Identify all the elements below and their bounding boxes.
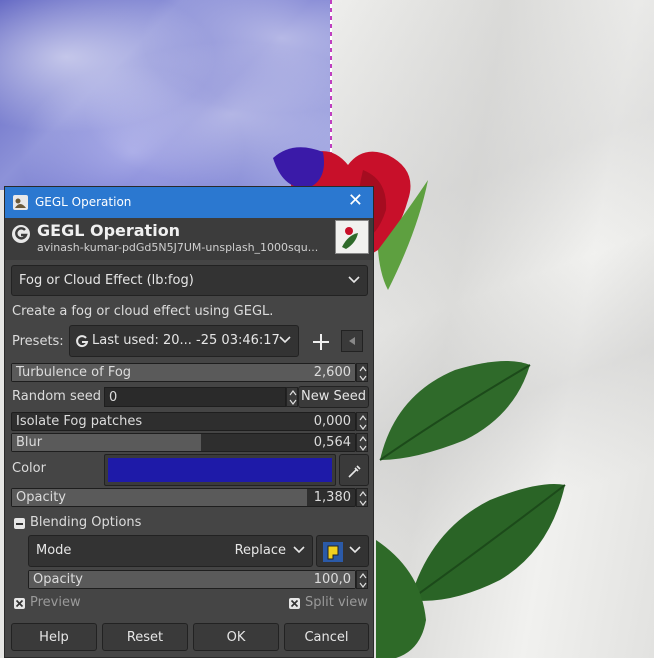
color-label: Color <box>12 461 46 476</box>
operation-select[interactable]: Fog or Cloud Effect (lb:fog) <box>11 265 368 296</box>
blur-value: 0,564 <box>313 435 351 450</box>
check-x-icon <box>290 599 299 608</box>
gegl-operation-dialog: GEGL Operation ✕ GEGL Operation avinash-… <box>4 186 374 658</box>
gimp-app-icon <box>13 195 28 210</box>
fog-color-swatch <box>108 458 332 482</box>
presets-value: Last used: 20... -25 03:46:17 <box>92 333 280 348</box>
isolate-label: Isolate Fog patches <box>16 414 143 429</box>
check-x-icon <box>15 599 24 608</box>
gegl-preset-icon <box>76 335 89 348</box>
blend-opacity-label: Opacity <box>33 572 84 587</box>
operation-select-value: Fog or Cloud Effect (lb:fog) <box>19 273 194 288</box>
help-button[interactable]: Help <box>11 623 97 651</box>
image-thumbnail <box>335 220 369 254</box>
isolate-slider[interactable]: Isolate Fog patches 0,000 <box>11 412 356 431</box>
dialog-titlebar[interactable]: GEGL Operation ✕ <box>5 187 373 218</box>
opacity-spin[interactable] <box>356 488 368 507</box>
spin-arrows-icon <box>359 366 367 381</box>
spin-arrows-icon <box>359 491 367 506</box>
turbulence-label: Turbulence of Fog <box>16 365 132 380</box>
presets-label: Presets: <box>12 334 64 349</box>
presets-select[interactable]: Last used: 20... -25 03:46:17 <box>69 325 299 357</box>
preview-label: Preview <box>30 595 81 610</box>
chevron-down-icon <box>348 276 360 284</box>
image-filename: avinash-kumar-pdGd5N5J7UM-unsplash_1000s… <box>37 241 319 254</box>
reset-button[interactable]: Reset <box>102 623 188 651</box>
blend-opacity-spin[interactable] <box>356 570 368 589</box>
spin-arrows-icon <box>359 415 367 430</box>
new-seed-label: New Seed <box>301 389 366 404</box>
blending-title[interactable]: Blending Options <box>30 515 141 530</box>
seed-input[interactable]: 0 <box>104 387 286 407</box>
blend-mode-value: Replace <box>234 543 286 558</box>
chevron-down-icon <box>349 546 361 554</box>
manage-presets-button[interactable] <box>341 330 363 352</box>
help-button-label: Help <box>39 630 69 645</box>
fog-color-button[interactable] <box>104 454 336 486</box>
opacity-label: Opacity <box>16 490 67 505</box>
add-preset-icon[interactable] <box>311 332 331 352</box>
turbulence-slider[interactable]: Turbulence of Fog 2,600 <box>11 363 356 382</box>
spin-arrows-icon <box>359 436 367 451</box>
isolate-spin[interactable] <box>356 412 368 431</box>
leaf-image <box>376 540 426 658</box>
cancel-button[interactable]: Cancel <box>284 623 369 651</box>
seed-value: 0 <box>109 390 118 405</box>
isolate-value: 0,000 <box>313 414 351 429</box>
preview-checkbox[interactable] <box>14 598 25 609</box>
chevron-down-icon <box>293 546 305 554</box>
cancel-button-label: Cancel <box>304 630 349 645</box>
spin-arrows-icon <box>359 573 367 588</box>
spin-arrows-icon <box>289 390 297 405</box>
triangle-left-icon <box>349 337 355 345</box>
blend-mode-label: Mode <box>36 543 72 558</box>
new-seed-button[interactable]: New Seed <box>298 386 369 408</box>
turbulence-value: 2,600 <box>313 365 351 380</box>
blend-opacity-slider[interactable]: Opacity 100,0 <box>28 570 356 589</box>
opacity-value: 1,380 <box>313 490 351 505</box>
leaf-image <box>379 361 531 461</box>
turbulence-spin[interactable] <box>356 363 368 382</box>
color-picker-button[interactable] <box>339 454 369 486</box>
dialog-header: GEGL Operation avinash-kumar-pdGd5N5J7UM… <box>5 218 373 260</box>
dialog-heading: GEGL Operation <box>37 221 181 240</box>
chevron-down-icon <box>279 336 291 344</box>
blend-opacity-value: 100,0 <box>313 572 351 587</box>
blur-slider[interactable]: Blur 0,564 <box>11 433 356 452</box>
ok-button[interactable]: OK <box>193 623 279 651</box>
close-icon[interactable]: ✕ <box>348 192 363 210</box>
operation-description: Create a fog or cloud effect using GEGL. <box>12 304 274 319</box>
seed-label: Random seed <box>12 389 101 404</box>
split-view-checkbox[interactable] <box>289 598 300 609</box>
composite-mode-select[interactable] <box>316 535 369 567</box>
seed-spin[interactable] <box>286 387 298 407</box>
blending-expander-icon[interactable] <box>14 518 25 529</box>
blur-spin[interactable] <box>356 433 368 452</box>
blend-mode-select[interactable]: Mode Replace <box>28 535 313 567</box>
reset-button-label: Reset <box>126 630 164 645</box>
ok-button-label: OK <box>226 630 246 645</box>
eyedropper-icon <box>348 465 361 478</box>
opacity-slider[interactable]: Opacity 1,380 <box>11 488 356 507</box>
composite-mode-icon <box>323 542 343 562</box>
split-view-label: Split view <box>305 595 368 610</box>
gegl-logo-icon <box>12 225 30 243</box>
blur-label: Blur <box>16 435 43 450</box>
window-title: GEGL Operation <box>35 195 132 209</box>
